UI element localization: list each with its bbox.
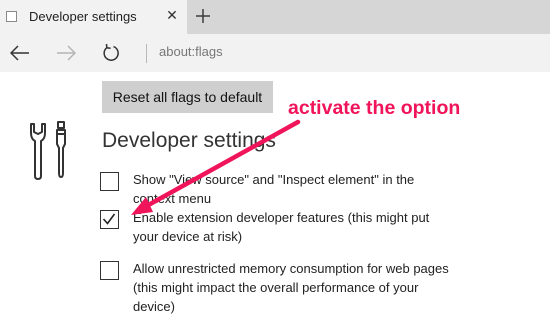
checkmark-icon [102, 213, 116, 225]
section-title: Developer settings [102, 129, 276, 152]
option-label: Show "View source" and "Inspect element"… [133, 172, 415, 206]
page-favicon-icon [6, 11, 17, 22]
unrestricted-memory-checkbox[interactable] [100, 261, 119, 280]
tab-title: Developer settings [29, 9, 137, 24]
view-source-checkbox[interactable] [100, 172, 119, 191]
refresh-icon[interactable] [95, 37, 127, 69]
address-bar[interactable]: about:flags [159, 44, 223, 59]
new-tab-plus-icon[interactable] [191, 3, 215, 29]
reset-flags-button[interactable]: Reset all flags to default [102, 81, 273, 113]
address-separator [146, 44, 147, 63]
tools-icon [28, 120, 72, 187]
tab-developer-settings[interactable]: Developer settings ✕ [0, 0, 187, 34]
tab-bar: Developer settings ✕ [0, 0, 550, 34]
forward-arrow-icon[interactable] [50, 37, 82, 69]
option-label: Allow unrestricted memory consumption fo… [133, 261, 449, 314]
option-label: Enable extension developer features (thi… [133, 210, 430, 244]
annotation-label: activate the option [288, 97, 461, 119]
extension-developer-checkbox[interactable] [100, 210, 119, 229]
navigation-bar: about:flags [0, 34, 550, 72]
flags-page: Reset all flags to default Developer set… [0, 72, 550, 317]
back-arrow-icon[interactable] [4, 37, 36, 69]
close-icon[interactable]: ✕ [162, 5, 182, 25]
